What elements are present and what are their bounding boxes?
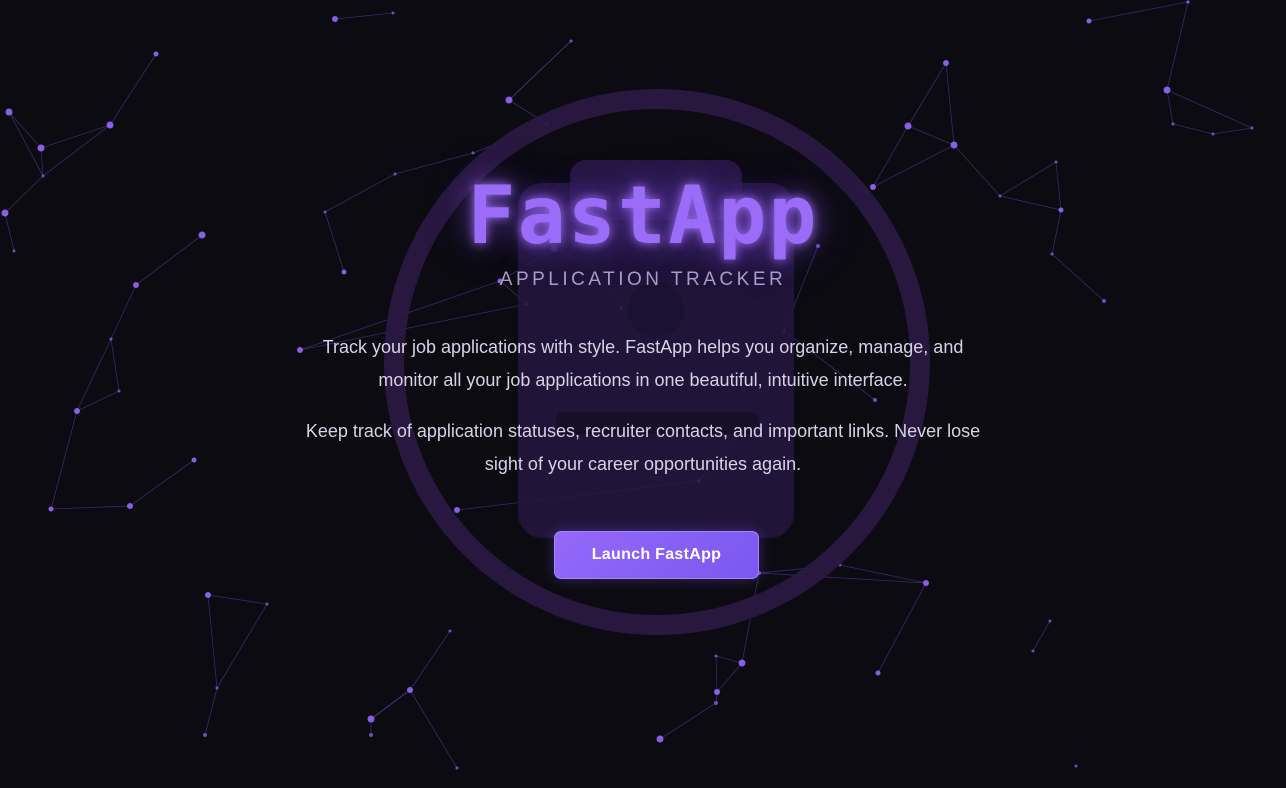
launch-app-button[interactable]: Launch FastApp (554, 531, 759, 579)
landing-page: FastApp APPLICATION TRACKER Track your j… (0, 0, 1286, 788)
hero-section: FastApp APPLICATION TRACKER Track your j… (0, 0, 1286, 788)
intro-paragraph-1: Track your job applications with style. … (322, 337, 964, 390)
intro-paragraph-2: Keep track of application statuses, recr… (305, 421, 981, 474)
app-subtitle: APPLICATION TRACKER (499, 269, 787, 290)
app-title: FastApp (467, 169, 819, 262)
